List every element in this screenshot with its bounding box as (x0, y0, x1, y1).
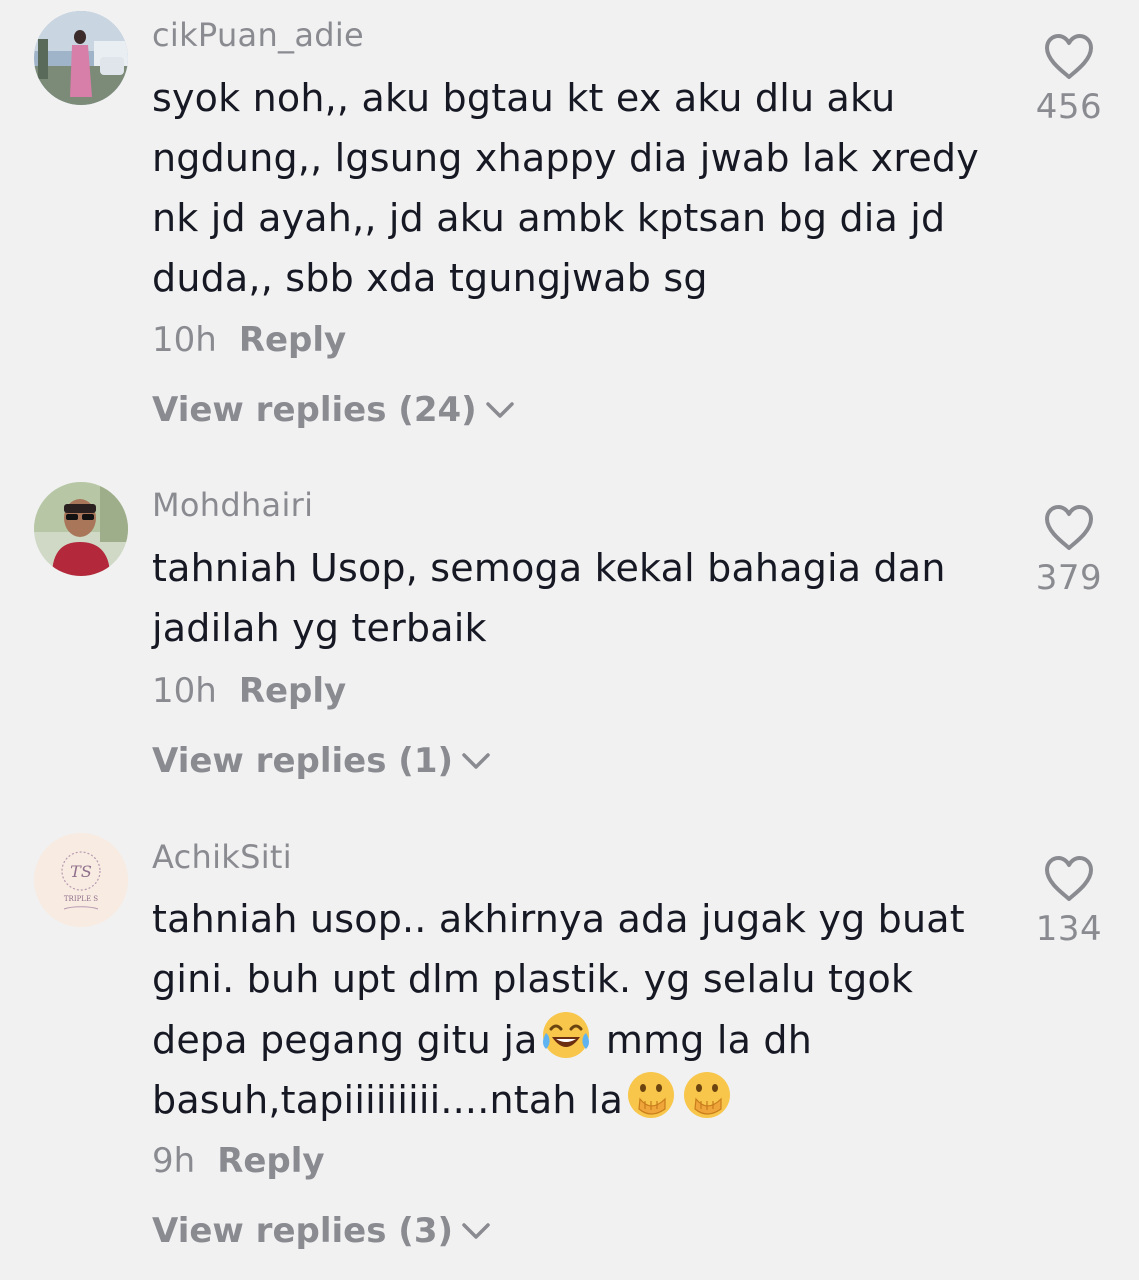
avatar-logo-text: TS (70, 862, 92, 881)
comment-timestamp: 10h (152, 320, 217, 360)
view-replies-label: View replies (24) (152, 390, 477, 430)
comment-username[interactable]: Mohdhairi (152, 486, 313, 524)
comment-item: Mohdhairi tahniah Usop, semoga kekal bah… (0, 470, 1139, 810)
view-replies-button[interactable]: View replies (3) (152, 1211, 493, 1251)
comment-item: TS TRIPLE S AchikSiti tahniah usop.. akh… (0, 820, 1139, 1280)
comment-meta: 10h Reply (152, 671, 346, 711)
face-with-hand-over-mouth-emoji (684, 1072, 731, 1118)
like-button[interactable]: 134 (1030, 855, 1108, 949)
comment-text-line: tahniah usop.. akhirnya ada jugak yg bua… (152, 897, 965, 941)
comment-text-segment: mmg la dh (593, 1018, 813, 1062)
heart-outline-icon (1045, 505, 1093, 550)
face-with-tears-of-joy-emoji (542, 1012, 589, 1058)
view-replies-button[interactable]: View replies (24) (152, 390, 517, 430)
comment-username[interactable]: AchikSiti (152, 838, 292, 876)
like-count: 379 (1035, 558, 1103, 598)
comment-text-line: syok noh,, aku bgtau kt ex aku dlu aku (152, 76, 896, 120)
chevron-down-icon (485, 402, 514, 418)
comment-text-segment: basuh,tapiiiiiiiii....ntah la (152, 1078, 624, 1122)
comment-meta: 10h Reply (152, 320, 346, 360)
comment-text-line: depa pegang gitu ja mmg la dh (152, 1009, 965, 1069)
view-replies-label: View replies (1) (152, 741, 454, 781)
like-count: 456 (1035, 87, 1103, 127)
like-count: 134 (1035, 909, 1103, 949)
avatar[interactable]: TS TRIPLE S (34, 833, 128, 927)
comment-text-line: basuh,tapiiiiiiiii....ntah la (152, 1069, 965, 1129)
comment-text-line: duda,, sbb xda tgungjwab sg (152, 256, 708, 300)
like-button[interactable]: 456 (1030, 33, 1108, 127)
heart-outline-icon (1045, 34, 1093, 79)
comment-text: tahniah usop.. akhirnya ada jugak yg bua… (152, 889, 965, 1129)
avatar[interactable] (34, 482, 128, 576)
comment-text-line: ngdung,, lgsung xhappy dia jwab lak xred… (152, 136, 979, 180)
reply-button[interactable]: Reply (239, 320, 346, 360)
heart-outline-icon (1045, 856, 1093, 901)
view-replies-button[interactable]: View replies (1) (152, 741, 493, 781)
comment-username[interactable]: cikPuan_adie (152, 16, 364, 54)
comment-text-line: jadilah yg terbaik (152, 606, 487, 650)
reply-button[interactable]: Reply (217, 1141, 324, 1181)
comment-text-segment: depa pegang gitu ja (152, 1018, 538, 1062)
comment-meta: 9h Reply (152, 1141, 325, 1181)
comment-item: cikPuan_adie syok noh,, aku bgtau kt ex … (0, 0, 1139, 460)
comment-text-line: tahniah Usop, semoga kekal bahagia dan (152, 546, 946, 590)
comment-text-line: gini. buh upt dlm plastik. yg selalu tgo… (152, 957, 914, 1001)
comment-text: tahniah Usop, semoga kekal bahagia dan j… (152, 538, 946, 658)
chevron-down-icon (462, 1223, 490, 1239)
comment-text: syok noh,, aku bgtau kt ex aku dlu aku n… (152, 68, 979, 308)
comment-timestamp: 9h (152, 1141, 196, 1181)
comment-timestamp: 10h (152, 671, 217, 711)
avatar-logo-subtext: TRIPLE S (64, 895, 98, 903)
reply-button[interactable]: Reply (239, 671, 346, 711)
face-with-hand-over-mouth-emoji (628, 1072, 675, 1118)
comment-text-line: nk jd ayah,, jd aku ambk kptsan bg dia j… (152, 196, 946, 240)
chevron-down-icon (462, 753, 490, 769)
view-replies-label: View replies (3) (152, 1211, 454, 1251)
like-button[interactable]: 379 (1030, 504, 1108, 598)
avatar[interactable] (34, 11, 128, 105)
